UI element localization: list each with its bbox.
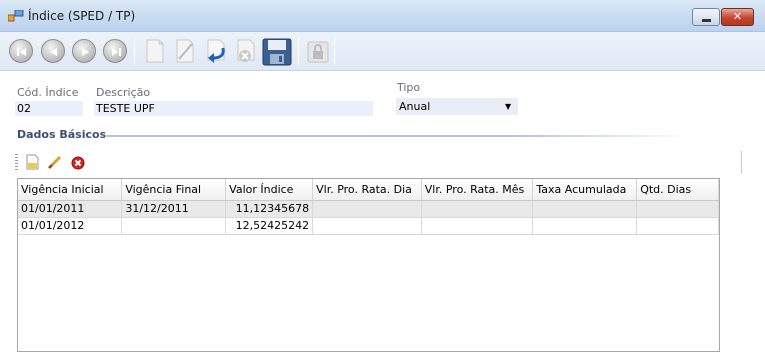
last-record-icon — [112, 48, 121, 56]
tipo-label: Tipo — [397, 81, 421, 94]
toolbar-separator — [334, 38, 335, 65]
cell-vlr-dia — [312, 200, 422, 218]
edit-pencil-icon — [176, 39, 194, 63]
cell-qtd-dias — [636, 217, 719, 235]
delete-icon — [237, 39, 255, 62]
toolbar-separator — [298, 38, 299, 65]
cell-vigencia-final — [121, 217, 227, 235]
group-title: Dados Básicos — [17, 128, 107, 141]
chevron-down-icon: ▼ — [505, 102, 512, 111]
edit-button[interactable] — [172, 38, 198, 64]
first-record-icon — [17, 48, 26, 56]
column-header[interactable]: Vigência Inicial — [18, 179, 123, 201]
descricao-field[interactable]: TESTE UPF — [94, 101, 373, 116]
tipo-value: Anual — [399, 100, 431, 113]
new-button[interactable] — [142, 38, 168, 64]
next-record-icon — [82, 48, 89, 56]
table-row[interactable]: 01/01/2011 31/12/2011 11,12345678 — [18, 200, 719, 218]
previous-record-button[interactable] — [40, 38, 66, 64]
cell-valor-indice: 11,12345678 — [225, 200, 314, 218]
new-document-icon — [146, 39, 164, 63]
cell-valor-indice: 12,52425242 — [225, 217, 314, 235]
header-row: Vigência Inicial Vigência Final Valor Ín… — [18, 179, 719, 201]
undo-button[interactable] — [203, 38, 229, 64]
column-header[interactable]: Vlr. Pro. Rata. Mês — [421, 179, 534, 201]
cod-indice-value: 02 — [17, 102, 31, 115]
cell-taxa-acumulada — [532, 200, 638, 218]
column-header[interactable]: Vlr. Pro. Rata. Dia — [312, 179, 422, 201]
cell-vlr-dia — [312, 217, 422, 235]
close-button[interactable] — [721, 8, 754, 26]
toolbar-separator — [134, 38, 135, 65]
descricao-value: TESTE UPF — [96, 102, 155, 115]
group-divider — [105, 135, 695, 137]
new-row-icon[interactable] — [25, 154, 41, 170]
save-button[interactable] — [262, 38, 292, 66]
cell-qtd-dias — [636, 200, 719, 218]
cell-taxa-acumulada — [532, 217, 638, 235]
descricao-label: Descrição — [96, 86, 151, 99]
undo-arrow-icon — [207, 39, 225, 63]
cell-vigencia-inicial: 01/01/2011 — [18, 200, 123, 218]
grid-toolbar — [15, 151, 742, 174]
minimize-button[interactable] — [692, 8, 720, 26]
cell-vlr-mes — [421, 217, 534, 235]
cod-indice-field[interactable]: 02 — [15, 101, 83, 116]
edit-row-icon[interactable] — [47, 154, 63, 170]
previous-record-icon — [50, 48, 57, 56]
last-record-button[interactable] — [102, 38, 128, 64]
column-header[interactable]: Valor Índice — [225, 179, 314, 201]
column-header[interactable]: Taxa Acumulada — [532, 179, 638, 201]
title-bar: Índice (SPED / TP) — [0, 0, 765, 32]
table-row[interactable]: 01/01/2012 12,52425242 — [18, 217, 719, 235]
toolbar-grip-icon — [15, 154, 18, 170]
lock-icon — [307, 41, 329, 63]
tipo-select[interactable]: Anual ▼ — [396, 98, 518, 115]
cell-vigencia-final: 31/12/2011 — [121, 200, 227, 218]
column-header[interactable]: Qtd. Dias — [636, 179, 719, 201]
app-window-icon — [8, 10, 24, 22]
indices-table: Vigência Inicial Vigência Final Valor Ín… — [18, 179, 719, 235]
column-header[interactable]: Vigência Final — [121, 179, 227, 201]
next-record-button[interactable] — [71, 38, 97, 64]
delete-button[interactable] — [233, 38, 259, 64]
record-toolbar — [0, 32, 765, 71]
window-title: Índice (SPED / TP) — [28, 9, 136, 23]
first-record-button[interactable] — [8, 38, 34, 64]
cod-indice-label: Cód. Índice — [17, 86, 79, 99]
delete-row-icon[interactable] — [71, 156, 85, 170]
indices-grid[interactable]: Vigência Inicial Vigência Final Valor Ín… — [17, 178, 720, 352]
cell-vigencia-inicial: 01/01/2012 — [18, 217, 123, 235]
save-disk-icon — [262, 38, 292, 66]
cell-vlr-mes — [421, 200, 534, 218]
lock-button[interactable] — [305, 38, 331, 64]
